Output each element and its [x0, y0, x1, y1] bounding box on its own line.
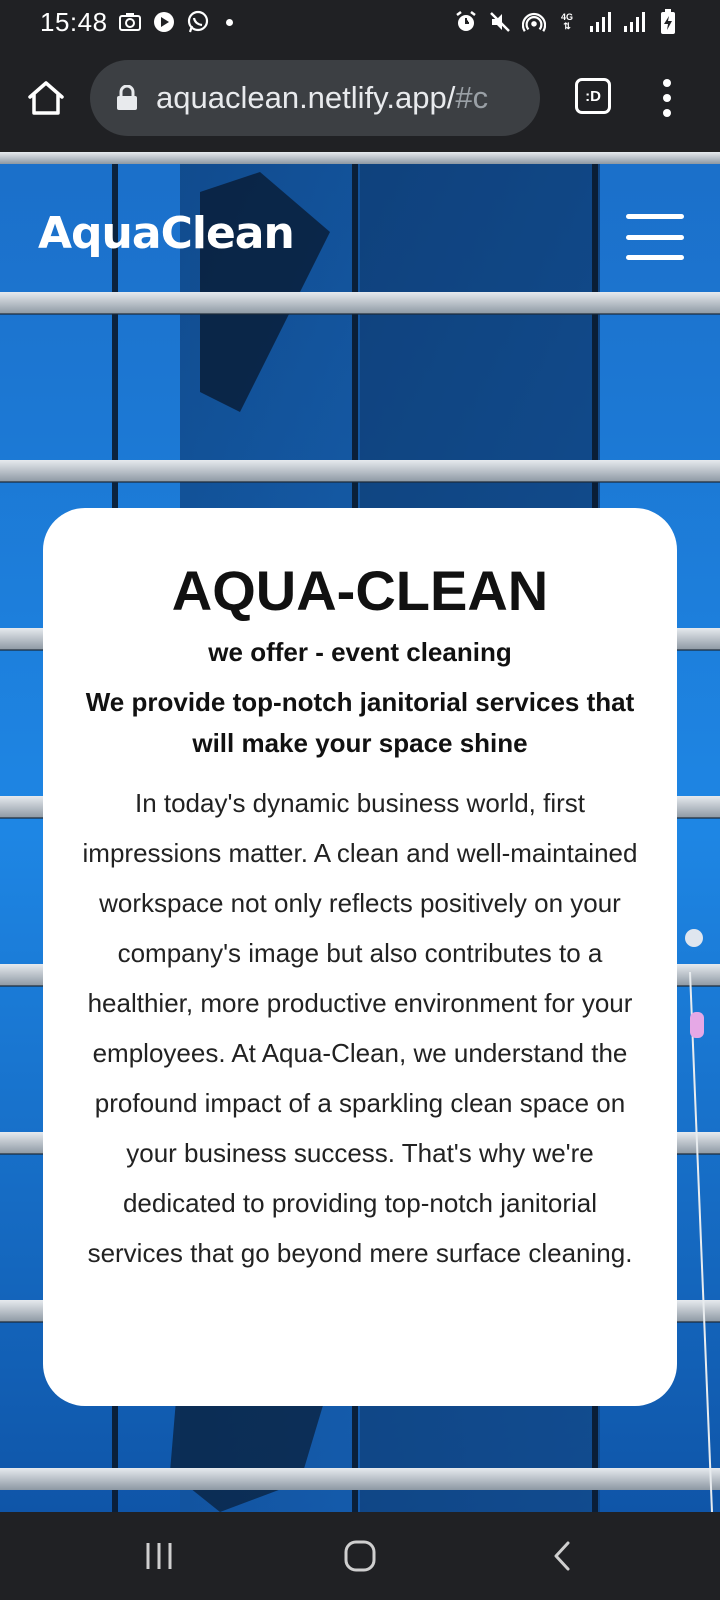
- menu-dot-icon: [663, 109, 671, 117]
- hero-title: AQUA-CLEAN: [171, 559, 549, 622]
- hero-description: In today's dynamic business world, first…: [82, 788, 638, 1268]
- recent-apps-button[interactable]: [135, 1532, 183, 1580]
- status-bar-left: 15:48: [40, 7, 233, 38]
- lock-icon: [117, 85, 137, 110]
- browser-toolbar: aquaclean.netlify.app/#c :D: [0, 44, 720, 152]
- status-time: 15:48: [40, 6, 108, 37]
- hamburger-line: [626, 255, 684, 260]
- status-bar-right: 4G ⇅: [454, 9, 680, 34]
- url-text: aquaclean.netlify.app/#c: [156, 80, 488, 116]
- back-nav-button[interactable]: [538, 1532, 586, 1580]
- url-main: aquaclean.netlify.app/: [156, 80, 456, 115]
- back-arrow-icon: [554, 1541, 570, 1571]
- mute-icon: [488, 10, 512, 34]
- hero-subtitle: we offer - event cleaning: [208, 637, 512, 667]
- screenshot-icon: [118, 10, 142, 34]
- hotspot-icon: [522, 10, 546, 34]
- home-nav-button[interactable]: [336, 1532, 384, 1580]
- web-page: AquaClean AQUA-CLEAN we offer - event cl…: [0, 152, 720, 1512]
- 4g-data-icon: 4G ⇅: [556, 10, 578, 34]
- menu-dot-icon: [663, 94, 671, 102]
- hamburger-line: [626, 214, 684, 219]
- url-fade: #c: [455, 80, 489, 115]
- youtube-icon: [152, 10, 176, 34]
- hero-tagline: We provide top-notch janitorial services…: [85, 687, 635, 758]
- battery-charging-icon: [656, 9, 680, 34]
- hamburger-menu-button[interactable]: [626, 214, 684, 260]
- hamburger-line: [626, 234, 684, 240]
- data-arrows-icon: ⇅: [563, 21, 571, 31]
- whatsapp-icon: [186, 10, 210, 34]
- notification-dot-icon: [225, 18, 233, 26]
- address-bar[interactable]: aquaclean.netlify.app/#c: [90, 60, 540, 136]
- alarm-icon: [454, 10, 478, 34]
- hero-card: AQUA-CLEAN we offer - event cleaning We …: [43, 508, 677, 1406]
- signal-icon: [588, 10, 612, 34]
- system-navigation-bar: [0, 1512, 720, 1600]
- site-logo[interactable]: AquaClean: [38, 208, 295, 259]
- browser-menu-button[interactable]: [652, 74, 682, 122]
- recent-apps-icon: [146, 1543, 172, 1569]
- home-button[interactable]: [22, 74, 70, 122]
- signal-icon-2: [622, 10, 646, 34]
- menu-dot-icon: [663, 79, 671, 87]
- home-circle-icon: [344, 1540, 376, 1572]
- tab-switcher-button[interactable]: :D: [575, 78, 611, 114]
- tabs-label: :D: [585, 87, 601, 105]
- site-header: AquaClean: [0, 152, 720, 312]
- status-bar: 15:48 4G ⇅: [0, 0, 720, 44]
- home-icon: [28, 81, 64, 115]
